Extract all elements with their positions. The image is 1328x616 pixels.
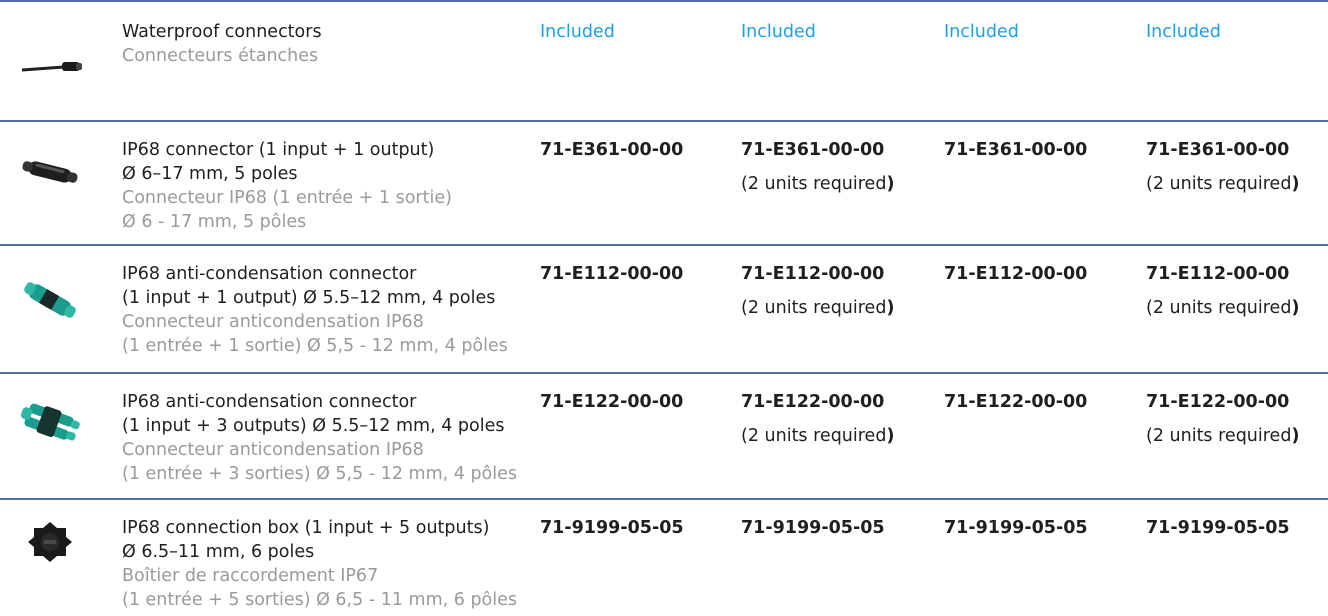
desc-fr-line: Ø 6 - 17 mm, 5 pôles	[122, 212, 307, 232]
ip68-anti-condensation-connector-icon	[24, 282, 76, 318]
part-code: 71-E361-00-00	[540, 140, 684, 160]
cell-part-number: 71-E112-00-00	[540, 262, 683, 286]
cell-part-number: 71-E112-00-00 (2 units required)	[741, 262, 894, 320]
desc-en-line: Ø 6–17 mm, 5 poles	[122, 164, 298, 184]
part-code: 71-E361-00-00	[741, 140, 885, 160]
row-description: IP68 connection box (1 input + 5 outputs…	[122, 516, 532, 612]
cell-part-number: 71-E361-00-00 (2 units required)	[1146, 138, 1299, 196]
units-note: (2 units required)	[741, 298, 895, 318]
desc-en-line: IP68 anti-condensation connector	[122, 264, 417, 284]
cell-part-number: 71-9199-05-05	[944, 516, 1088, 540]
part-code: 71-E122-00-00	[944, 392, 1088, 412]
desc-en-line: Waterproof connectors	[122, 22, 322, 42]
table-row: IP68 anti-condensation connector (1 inpu…	[0, 244, 1328, 374]
cell-part-number: 71-E122-00-00 (2 units required)	[741, 390, 894, 448]
cell-part-number: 71-E122-00-00	[944, 390, 1087, 414]
table-row: Waterproof connectors Connecteurs étanch…	[0, 0, 1328, 122]
desc-en-line: (1 input + 3 outputs) Ø 5.5–12 mm, 4 pol…	[122, 416, 505, 436]
desc-fr-line: Connecteur anticondensation IP68	[122, 440, 424, 460]
part-code: 71-E361-00-00	[944, 140, 1088, 160]
desc-en-line: (1 input + 1 output) Ø 5.5–12 mm, 4 pole…	[122, 288, 496, 308]
cell-part-number: 71-E361-00-00	[540, 138, 683, 162]
cell-part-number: 71-9199-05-05	[1146, 516, 1290, 540]
table-row: IP68 connector (1 input + 1 output) Ø 6–…	[0, 120, 1328, 246]
waterproof-connector-cable-icon	[21, 62, 82, 72]
desc-fr-line: Connecteur IP68 (1 entrée + 1 sortie)	[122, 188, 452, 208]
desc-en-line: IP68 connection box (1 input + 5 outputs…	[122, 518, 490, 538]
cell-part-number: 71-E122-00-00 (2 units required)	[1146, 390, 1299, 448]
table-row: IP68 connection box (1 input + 5 outputs…	[0, 498, 1328, 616]
ip68-connection-box-icon	[28, 522, 72, 562]
part-code: 71-E112-00-00	[944, 264, 1088, 284]
cell-part-number: 71-9199-05-05	[540, 516, 684, 540]
part-code: 71-9199-05-05	[540, 518, 684, 538]
desc-fr-line: Boîtier de raccordement IP67	[122, 566, 379, 586]
desc-en-line: IP68 connector (1 input + 1 output)	[122, 140, 435, 160]
part-code: 71-9199-05-05	[944, 518, 1088, 538]
row-description: IP68 anti-condensation connector (1 inpu…	[122, 262, 532, 358]
part-code: 71-E122-00-00	[540, 392, 684, 412]
part-code: 71-9199-05-05	[741, 518, 885, 538]
table-row: IP68 anti-condensation connector (1 inpu…	[0, 372, 1328, 500]
part-code: 71-E112-00-00	[741, 264, 885, 284]
desc-fr-line: Connecteur anticondensation IP68	[122, 312, 424, 332]
part-code: 71-E112-00-00	[540, 264, 684, 284]
row-description: IP68 connector (1 input + 1 output) Ø 6–…	[122, 138, 532, 234]
part-code: 71-E122-00-00	[741, 392, 885, 412]
units-note: (2 units required)	[1146, 174, 1300, 194]
cell-part-number: 71-E112-00-00	[944, 262, 1087, 286]
cell-part-number: 71-E122-00-00	[540, 390, 683, 414]
cell-included: Included	[741, 22, 816, 42]
ip68-anti-condensation-connector-3-outputs-icon	[20, 403, 80, 441]
desc-fr-line: (1 entrée + 1 sortie) Ø 5,5 - 12 mm, 4 p…	[122, 336, 508, 356]
cell-included: Included	[944, 22, 1019, 42]
part-code: 71-E112-00-00	[1146, 264, 1290, 284]
desc-fr-line: Connecteurs étanches	[122, 46, 319, 66]
units-note: (2 units required)	[741, 174, 895, 194]
desc-en-line: Ø 6.5–11 mm, 6 poles	[122, 542, 315, 562]
cell-part-number: 71-E112-00-00 (2 units required)	[1146, 262, 1299, 320]
desc-fr-line: (1 entrée + 5 sorties) Ø 6,5 - 11 mm, 6 …	[122, 590, 518, 610]
cell-part-number: 71-E361-00-00	[944, 138, 1087, 162]
cell-part-number: 71-9199-05-05	[741, 516, 885, 540]
part-code: 71-E122-00-00	[1146, 392, 1290, 412]
cell-included: Included	[540, 22, 615, 42]
cell-part-number: 71-E361-00-00 (2 units required)	[741, 138, 894, 196]
desc-fr-line: (1 entrée + 3 sorties) Ø 5,5 - 12 mm, 4 …	[122, 464, 518, 484]
part-code: 71-E361-00-00	[1146, 140, 1290, 160]
cell-included: Included	[1146, 22, 1221, 42]
row-description: Waterproof connectors Connecteurs étanch…	[122, 20, 532, 68]
units-note: (2 units required)	[741, 426, 895, 446]
units-note: (2 units required)	[1146, 298, 1300, 318]
row-description: IP68 anti-condensation connector (1 inpu…	[122, 390, 532, 486]
units-note: (2 units required)	[1146, 426, 1300, 446]
desc-en-line: IP68 anti-condensation connector	[122, 392, 417, 412]
part-code: 71-9199-05-05	[1146, 518, 1290, 538]
ip68-connector-icon	[22, 161, 78, 183]
